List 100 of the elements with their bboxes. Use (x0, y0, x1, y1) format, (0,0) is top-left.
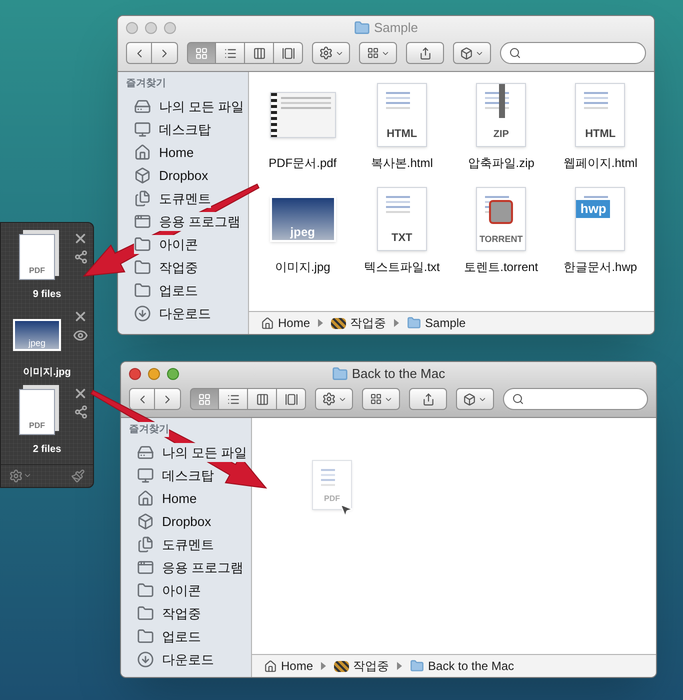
sidebar-item[interactable]: 업로드 (137, 627, 201, 646)
dropbox-menu-button[interactable] (456, 388, 494, 410)
search-field[interactable] (503, 388, 648, 410)
sidebar-item[interactable]: 아이콘 (134, 235, 198, 254)
separator-icon (321, 662, 326, 670)
file-name[interactable]: 웹페이지.html (563, 154, 638, 172)
eye-icon[interactable] (73, 328, 88, 343)
sidebar-item[interactable]: Home (137, 489, 197, 508)
back-button[interactable] (126, 42, 152, 64)
sidebar-item[interactable]: 작업중 (137, 604, 201, 623)
document-icon: TORRENT (476, 187, 526, 251)
striped-folder-icon (334, 660, 350, 672)
sidebar-item[interactable]: 다운로드 (137, 650, 214, 669)
file-name[interactable]: 텍스트파일.txt (364, 258, 440, 276)
columns-icon (256, 392, 268, 406)
sidebar-header: 즐겨찾기 (126, 76, 166, 91)
sidebar-item[interactable]: Dropbox (134, 166, 208, 185)
document-icon: TXT (376, 187, 427, 251)
sidebar-item[interactable]: 데스크탑 (134, 120, 211, 139)
path-item[interactable]: 작업중 (353, 657, 390, 675)
share-icon[interactable] (74, 250, 88, 264)
dropbox-menu-button[interactable] (453, 42, 491, 64)
sidebar-item[interactable]: 응용 프로그램 (137, 558, 244, 577)
settings-button[interactable] (9, 468, 32, 483)
box-icon (463, 392, 476, 406)
home-icon (261, 316, 274, 330)
view-mode-tab[interactable] (274, 42, 303, 64)
sidebar-item[interactable]: 나의 모든 파일 (137, 443, 248, 462)
list-icon (226, 392, 240, 406)
path-item[interactable]: 작업중 (350, 314, 386, 332)
separator-icon (318, 319, 324, 327)
share-icon[interactable] (74, 405, 88, 420)
forward-button[interactable] (155, 388, 181, 410)
drive-icon (134, 98, 151, 115)
sidebar-item[interactable]: 아이콘 (137, 581, 201, 600)
view-mode-tab[interactable] (219, 388, 248, 410)
arrange-menu-button[interactable] (359, 42, 397, 64)
view-mode-tab[interactable] (245, 42, 274, 64)
sidebar-item[interactable]: 응용 프로그램 (134, 212, 241, 231)
forward-button[interactable] (152, 42, 178, 64)
share-button[interactable] (409, 388, 447, 410)
close-button[interactable] (129, 368, 141, 380)
back-button[interactable] (129, 388, 155, 410)
sidebar-item[interactable]: 다운로드 (134, 304, 211, 323)
view-mode-tab[interactable] (190, 388, 219, 410)
sidebar-item[interactable]: 도큐멘트 (134, 189, 211, 208)
app-window-icon (134, 213, 151, 230)
path-item[interactable]: Back to the Mac (428, 657, 514, 675)
window-title: Back to the Mac (352, 365, 446, 384)
sidebar-item[interactable]: 데스크탑 (137, 466, 214, 485)
arrange-menu-button[interactable] (362, 388, 400, 410)
box-icon (460, 46, 473, 60)
documents-icon (137, 536, 154, 553)
file-name[interactable]: PDF문서.pdf (268, 154, 337, 172)
file-name[interactable]: 복사본.html (370, 154, 433, 172)
file-name[interactable]: 토렌트.torrent (464, 258, 538, 276)
sidebar-item[interactable]: 도큐멘트 (137, 535, 214, 554)
path-item[interactable]: Home (278, 314, 310, 332)
box-icon (134, 167, 151, 184)
search-field[interactable] (500, 42, 646, 64)
view-mode-tab[interactable] (216, 42, 245, 64)
sidebar-item[interactable]: 작업중 (134, 258, 198, 277)
sidebar-item[interactable]: 나의 모든 파일 (134, 97, 244, 116)
minimize-button[interactable] (148, 368, 160, 380)
share-button[interactable] (406, 42, 444, 64)
shelf-item-label: 이미지.jpg (23, 366, 71, 380)
document-icon: HTML (575, 83, 626, 147)
folder-icon (332, 366, 348, 382)
sidebar-item[interactable]: 업로드 (134, 281, 198, 300)
settings-icon (322, 392, 336, 406)
shelf-item-label: 2 files (32, 443, 62, 458)
window-title: Sample (374, 19, 418, 38)
sweep-icon[interactable] (71, 468, 85, 483)
path-item[interactable]: Sample (425, 314, 466, 332)
gallery-icon (282, 46, 294, 60)
view-mode-tab[interactable] (187, 42, 216, 64)
settings-icon (9, 468, 23, 483)
path-item[interactable]: Home (281, 657, 314, 675)
folder-icon (137, 582, 154, 599)
folder-icon (354, 20, 370, 36)
monitor-icon (137, 467, 154, 484)
view-mode-tab[interactable] (277, 388, 306, 410)
search-icon (509, 47, 521, 59)
file-name[interactable]: 한글문서.hwp (564, 258, 638, 276)
action-menu-button[interactable] (315, 388, 353, 410)
action-menu-button[interactable] (312, 42, 350, 64)
file-name[interactable]: 이미지.jpg (274, 258, 330, 276)
folder-icon (137, 605, 154, 622)
file-name[interactable]: 압축파일.zip (468, 154, 534, 172)
zoom-button[interactable] (167, 368, 179, 380)
document-icon: hwp (575, 187, 626, 251)
search-icon (512, 393, 524, 405)
grid-icon (195, 46, 208, 60)
view-mode-tab[interactable] (248, 388, 277, 410)
folder-icon (137, 628, 154, 645)
sidebar-item[interactable]: Dropbox (137, 512, 212, 531)
close-icon[interactable] (73, 231, 88, 246)
sidebar-item[interactable]: Home (134, 143, 194, 162)
home-icon (264, 660, 277, 672)
grid-icon (198, 392, 211, 406)
